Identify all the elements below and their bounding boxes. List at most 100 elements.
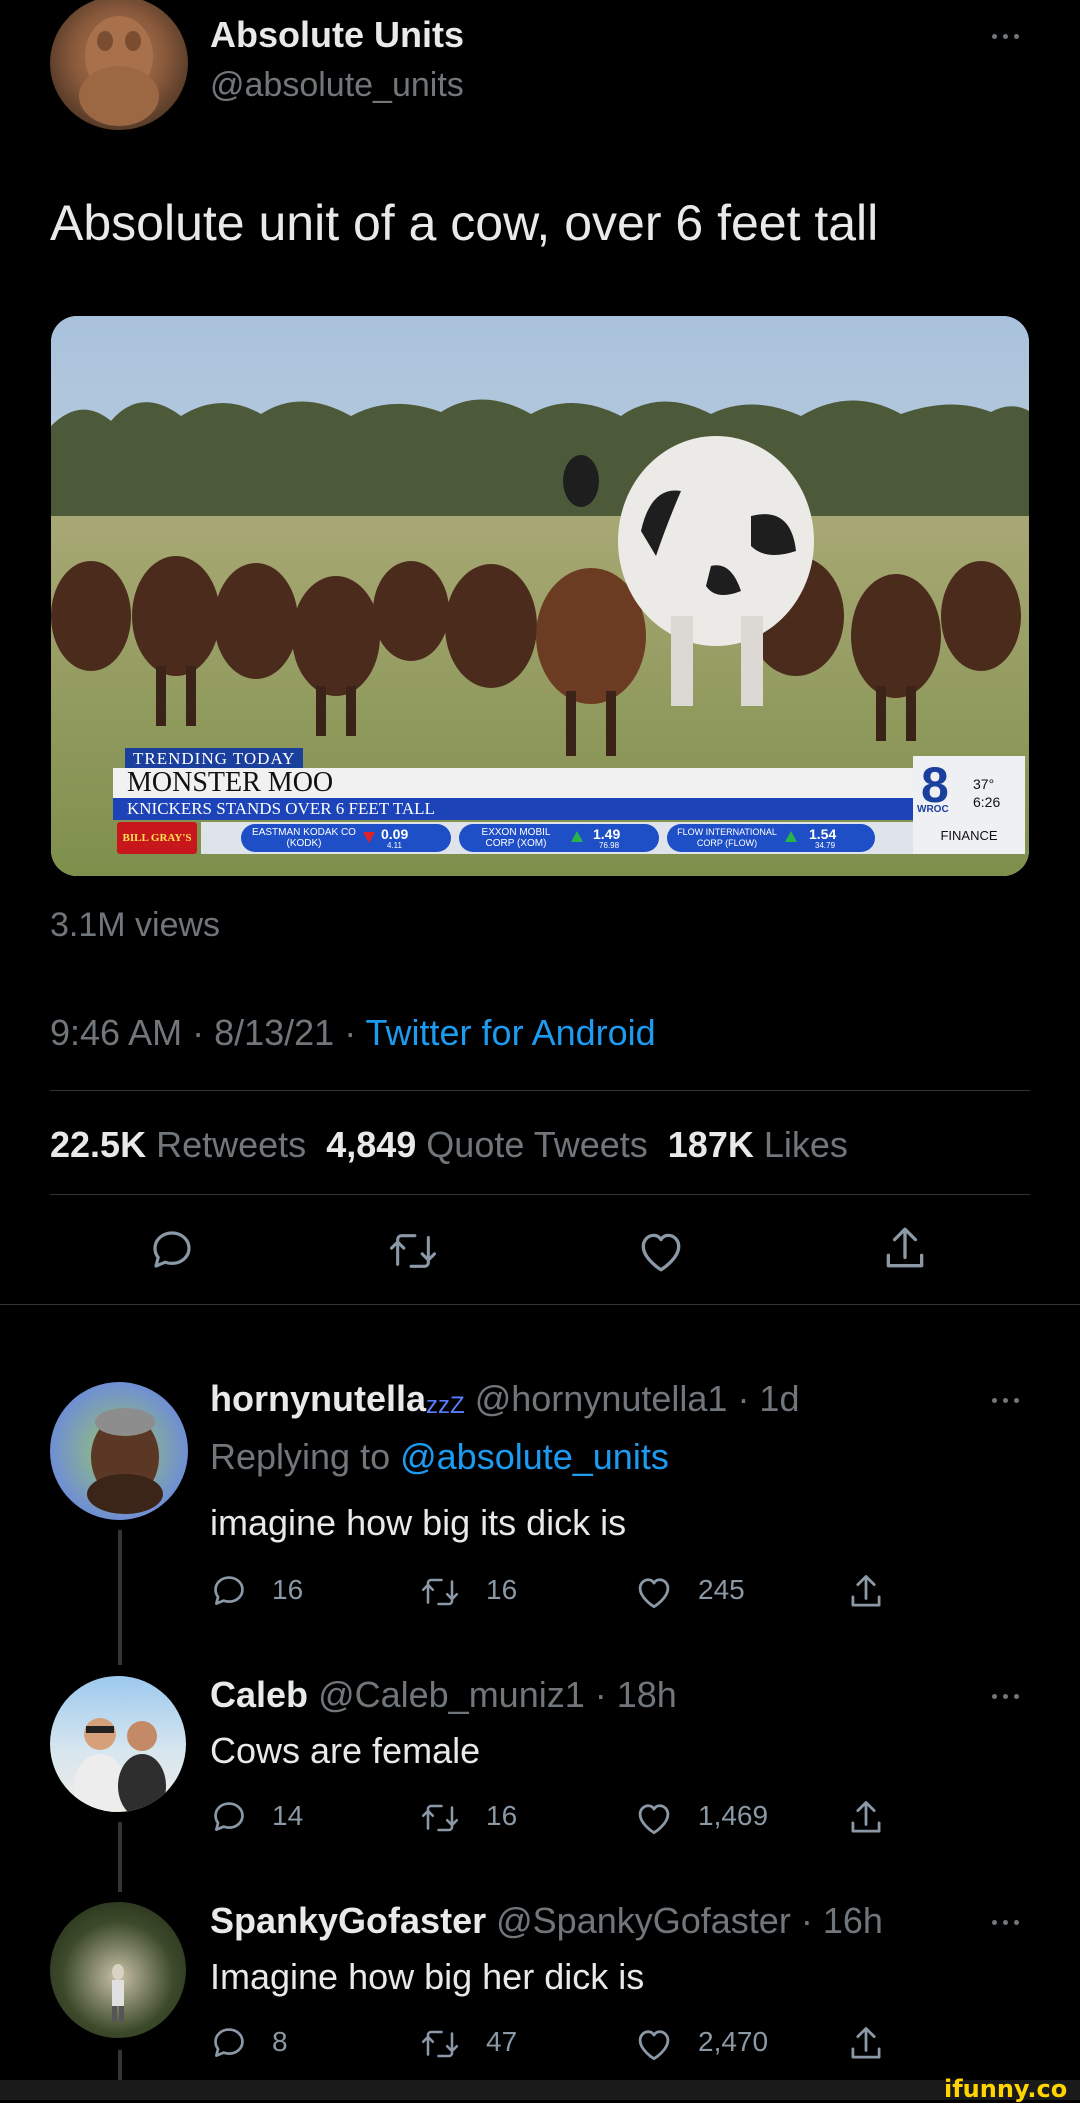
reply-avatar-image xyxy=(87,1408,163,1514)
banner-subheadline: KNICKERS STANDS OVER 6 FEET TALL xyxy=(113,798,913,820)
retweet-count: 16 xyxy=(486,1800,518,1831)
reply-avatar-image xyxy=(74,1718,166,1812)
thread-line xyxy=(118,1530,122,1665)
clock: 6:26 xyxy=(973,794,1001,810)
reply-icon[interactable] xyxy=(210,2024,248,2062)
share-icon[interactable] xyxy=(848,1798,884,1838)
reply-age: · 16h xyxy=(800,1900,883,1941)
section-label: FINANCE xyxy=(940,828,998,843)
likes-label: Likes xyxy=(763,1124,848,1165)
reply-avatar[interactable] xyxy=(50,1902,186,2038)
ticker-name: EASTMAN KODAK CO (KODK) xyxy=(252,827,356,849)
reply-age: · 1d xyxy=(737,1378,800,1419)
retweet-icon[interactable] xyxy=(420,1574,460,1610)
author-handle[interactable]: @absolute_units xyxy=(210,66,464,105)
like-icon[interactable] xyxy=(636,1228,686,1274)
more-icon[interactable] xyxy=(985,1394,1025,1406)
retweet-icon[interactable] xyxy=(420,1800,460,1836)
reply-text: imagine how big its dick is xyxy=(210,1502,627,1543)
like-count: 1,469 xyxy=(698,1800,769,1831)
channel-call-letters: WROC xyxy=(917,804,949,815)
tweet-video[interactable]: TRENDING TODAY MONSTER MOO KNICKERS STAN… xyxy=(51,316,1029,876)
reply-display-name[interactable]: SpankyGofaster xyxy=(210,1900,486,1941)
reply-avatar[interactable] xyxy=(50,1676,186,1812)
sponsor-logo: BILL GRAY'S xyxy=(117,822,197,854)
tweet-text: Absolute unit of a cow, over 6 feet tall xyxy=(50,195,879,251)
like-count: 2,470 xyxy=(698,2026,769,2057)
watermark: ifunny.co xyxy=(944,2075,1068,2103)
ticker-change: 1.49 xyxy=(593,826,621,842)
like-icon[interactable] xyxy=(634,2026,674,2062)
more-icon[interactable] xyxy=(985,1916,1025,1928)
thread-line xyxy=(118,1822,122,1892)
retweet-icon[interactable] xyxy=(420,2026,460,2062)
reply-count: 16 xyxy=(272,1574,304,1605)
ticker-change: 1.54 xyxy=(809,826,837,842)
retweet-count: 47 xyxy=(486,2026,518,2057)
reply-display-name[interactable]: hornynutella xyxy=(210,1378,426,1419)
ticker-name: EXXON MOBIL CORP (XOM) xyxy=(481,827,551,849)
ticker-item: EASTMAN KODAK CO (KODK) 0.09 4.11 xyxy=(241,824,451,852)
reply-icon[interactable] xyxy=(210,1798,248,1836)
ticker-item: EXXON MOBIL CORP (XOM) 1.49 76.98 xyxy=(459,824,659,852)
reply-avatar-image xyxy=(112,1964,124,2022)
quotes-label: Quote Tweets xyxy=(426,1124,648,1165)
reply-header: hornynutellazzZ @hornynutella1 · 1d xyxy=(210,1378,799,1420)
tweet-time: 9:46 AM · 8/13/21 · xyxy=(50,1012,366,1053)
share-icon[interactable] xyxy=(848,2024,884,2064)
like-count: 245 xyxy=(698,1574,745,1605)
like-icon[interactable] xyxy=(634,1574,674,1610)
ticker-down-arrow xyxy=(363,832,375,843)
tweet-stats: 22.5K Retweets 4,849 Quote Tweets 187K L… xyxy=(50,1124,848,1166)
reply-text: Imagine how big her dick is xyxy=(210,1956,645,1997)
reply-icon[interactable] xyxy=(210,1572,248,1610)
reply-display-name[interactable]: Caleb xyxy=(210,1674,308,1715)
view-count: 3.1M views xyxy=(50,906,221,944)
thread-line xyxy=(118,2050,122,2080)
replying-handle-link[interactable]: @absolute_units xyxy=(400,1436,669,1477)
retweets-stat[interactable]: 22.5K Retweets xyxy=(50,1124,306,1165)
retweets-count: 22.5K xyxy=(50,1124,147,1165)
ticker-up-arrow xyxy=(785,831,797,842)
reply-count: 8 xyxy=(272,2026,288,2057)
divider xyxy=(50,1090,1030,1091)
ticker-change: 0.09 xyxy=(381,826,409,842)
more-icon[interactable] xyxy=(985,30,1025,42)
reply-header: Caleb @Caleb_muniz1 · 18h xyxy=(210,1674,677,1716)
author-display-name[interactable]: Absolute Units xyxy=(210,14,464,56)
more-icon[interactable] xyxy=(985,1690,1025,1702)
reply-handle[interactable]: @hornynutella1 xyxy=(475,1378,728,1419)
like-icon[interactable] xyxy=(634,1800,674,1836)
banner-headline: MONSTER MOO xyxy=(113,768,913,798)
reply-count: 14 xyxy=(272,1800,304,1831)
reply-handle[interactable]: @SpankyGofaster xyxy=(496,1900,791,1941)
author-avatar[interactable] xyxy=(50,0,188,130)
temperature: 37° xyxy=(973,776,995,792)
ticker-price: 4.11 xyxy=(387,841,402,850)
tweet-timestamp: 9:46 AM · 8/13/21 · Twitter for Android xyxy=(50,1012,656,1054)
watermark-bar xyxy=(0,2080,1080,2100)
likes-stat[interactable]: 187K Likes xyxy=(668,1124,848,1165)
reply-avatar[interactable] xyxy=(50,1382,188,1520)
reply-icon[interactable] xyxy=(148,1226,196,1274)
share-icon[interactable] xyxy=(848,1572,884,1612)
share-icon[interactable] xyxy=(882,1224,928,1274)
ticker-price: 34.79 xyxy=(815,841,836,850)
reply-handle[interactable]: @Caleb_muniz1 xyxy=(318,1674,585,1715)
retweet-icon[interactable] xyxy=(388,1228,438,1274)
likes-count: 187K xyxy=(667,1124,754,1165)
retweets-label: Retweets xyxy=(156,1124,307,1165)
divider xyxy=(50,1194,1030,1195)
replying-to: Replying to @absolute_units xyxy=(210,1436,669,1478)
reply-header: SpankyGofaster @SpankyGofaster · 16h xyxy=(210,1900,883,1942)
ticker-up-arrow xyxy=(571,831,583,842)
ticker-item: FLOW INTERNATIONAL CORP (FLOW) 1.54 34.7… xyxy=(667,824,875,852)
kangaroo-avatar-image xyxy=(79,16,159,126)
reply-age: · 18h xyxy=(594,1674,677,1715)
tweet-source-link[interactable]: Twitter for Android xyxy=(366,1012,656,1053)
quotes-count: 4,849 xyxy=(326,1124,417,1165)
reply-text: Cows are female xyxy=(210,1730,481,1771)
retweet-count: 16 xyxy=(486,1574,518,1605)
ticker-price: 76.98 xyxy=(599,841,620,850)
quotes-stat[interactable]: 4,849 Quote Tweets xyxy=(326,1124,648,1165)
